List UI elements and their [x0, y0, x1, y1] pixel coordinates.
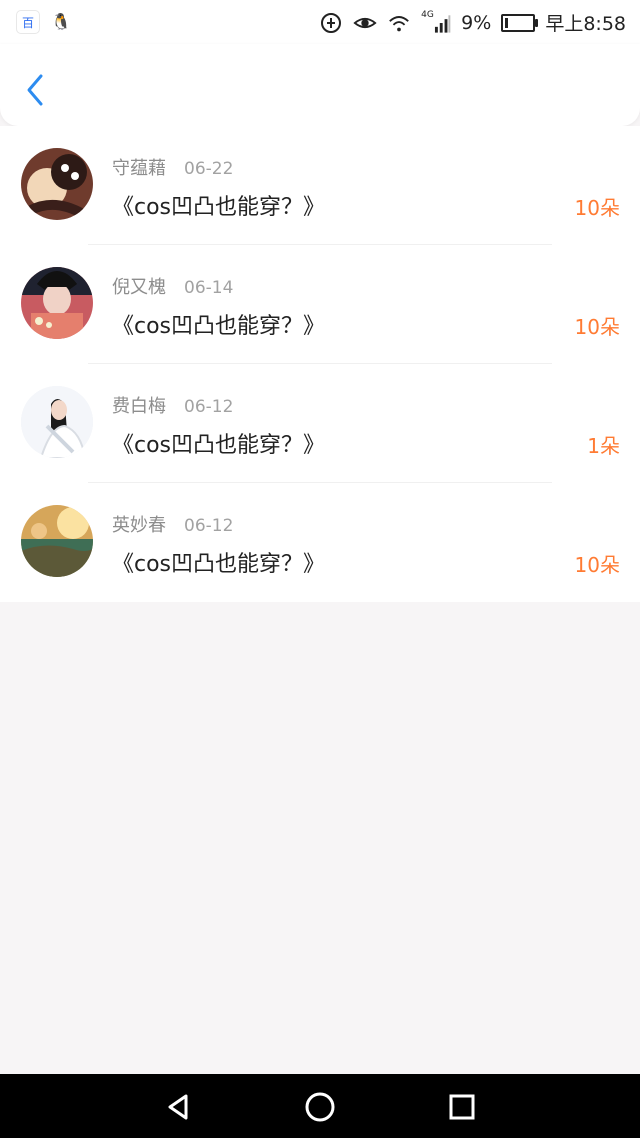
list-item[interactable]: 倪又槐 06-14 《cos凹凸也能穿？》 10朵: [0, 245, 640, 364]
status-left-icons: 百 🐧: [16, 10, 72, 34]
cell-signal-icon: 4G: [421, 9, 451, 35]
back-button[interactable]: [18, 70, 52, 110]
data-saver-icon: [319, 11, 343, 35]
item-title[interactable]: 《cos凹凸也能穿？》: [112, 546, 325, 578]
back-nav-button[interactable]: [162, 1090, 196, 1124]
qq-icon: 🐧: [50, 10, 72, 32]
baidu-icon: 百: [16, 10, 40, 34]
item-date: 06-12: [184, 516, 234, 536]
list-item[interactable]: 守蕴藉 06-22 《cos凹凸也能穿？》 10朵: [0, 126, 640, 245]
avatar[interactable]: [21, 267, 93, 339]
home-nav-button[interactable]: [303, 1090, 337, 1124]
flower-count: 10朵: [574, 553, 620, 577]
list-item[interactable]: 英妙春 06-12 《cos凹凸也能穿？》 10朵: [0, 483, 640, 602]
item-title[interactable]: 《cos凹凸也能穿？》: [112, 427, 325, 459]
recents-nav-icon: [449, 1094, 475, 1120]
flower-count: 10朵: [574, 315, 620, 339]
eye-icon: [353, 11, 377, 35]
item-title[interactable]: 《cos凹凸也能穿？》: [112, 308, 325, 340]
item-meta: 倪又槐 06-14: [112, 273, 233, 299]
item-date: 06-12: [184, 397, 234, 417]
header: [0, 44, 640, 126]
flower-count: 10朵: [574, 196, 620, 220]
item-date: 06-14: [184, 278, 234, 298]
user-name[interactable]: 费白梅: [112, 392, 166, 418]
battery-fill: [505, 17, 509, 28]
network-label: 4G: [421, 9, 434, 20]
flower-count: 1朵: [587, 434, 620, 458]
battery-icon: [501, 13, 539, 32]
user-name[interactable]: 守蕴藉: [112, 154, 166, 180]
status-bar: 百 🐧 4G 9% 早上8:58: [0, 0, 640, 44]
item-meta: 英妙春 06-12: [112, 511, 233, 537]
item-meta: 费白梅 06-12: [112, 392, 233, 418]
battery-percent: 9%: [461, 11, 492, 34]
chevron-left-icon: [27, 74, 43, 106]
back-nav-icon: [168, 1094, 188, 1120]
avatar[interactable]: [21, 386, 93, 458]
user-name[interactable]: 倪又槐: [112, 273, 166, 299]
system-nav-bar: [0, 1074, 640, 1138]
item-date: 06-22: [184, 159, 234, 179]
avatar[interactable]: [21, 148, 93, 220]
item-title[interactable]: 《cos凹凸也能穿？》: [112, 189, 325, 221]
item-meta: 守蕴藉 06-22: [112, 154, 233, 180]
wifi-icon: [387, 11, 411, 35]
gift-list: 守蕴藉 06-22 《cos凹凸也能穿？》 10朵 倪又槐 06-14 《cos…: [0, 126, 640, 602]
list-item[interactable]: 费白梅 06-12 《cos凹凸也能穿？》 1朵: [0, 364, 640, 483]
home-nav-icon: [305, 1092, 335, 1122]
user-name[interactable]: 英妙春: [112, 511, 166, 537]
status-right: 4G 9% 早上8:58: [319, 9, 626, 36]
avatar[interactable]: [21, 505, 93, 577]
status-time: 早上8:58: [545, 13, 626, 35]
recents-nav-button[interactable]: [445, 1090, 479, 1124]
